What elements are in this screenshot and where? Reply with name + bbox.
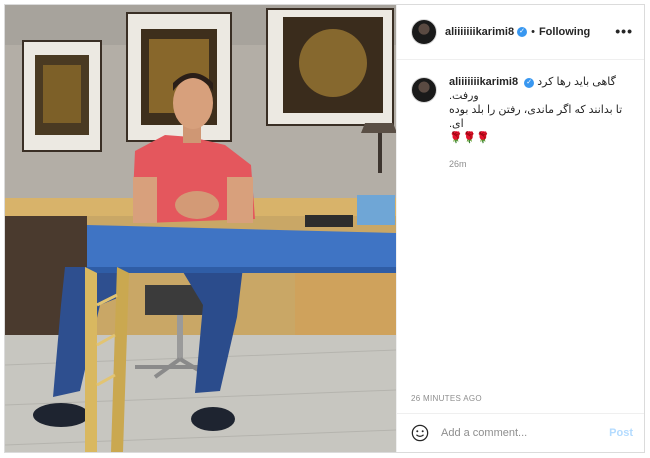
post-header: aliiiiiiikarimi8 ✓ • Following ••• — [397, 5, 644, 60]
author-avatar[interactable] — [411, 19, 437, 45]
author-username[interactable]: aliiiiiiikarimi8 — [445, 26, 514, 38]
caption-author-username[interactable]: aliiiiiiikarimi8 — [449, 76, 518, 88]
verified-badge-icon: ✓ — [517, 27, 528, 37]
caption-line-3: تا بدانند که اگر ماندی، رفتن را بلد بوده… — [449, 104, 623, 130]
post-photo — [5, 5, 396, 452]
following-button[interactable]: Following — [539, 26, 590, 38]
caption-line-2: ورفت. — [449, 90, 479, 102]
post-side-panel: aliiiiiiikarimi8 ✓ • Following ••• aliii… — [396, 5, 644, 452]
more-options-icon[interactable]: ••• — [615, 24, 633, 38]
instagram-post-window: aliiiiiiikarimi8 ✓ • Following ••• aliii… — [4, 4, 645, 453]
caption-verified-badge-icon: ✓ — [524, 78, 535, 88]
post-comment-button[interactable]: Post — [609, 427, 633, 439]
comment-bar: Add a comment... Post — [397, 413, 644, 452]
add-comment-input[interactable]: Add a comment... — [441, 427, 609, 439]
caption-relative-time[interactable]: 26m — [449, 159, 635, 169]
caption-line-4: 🌹🌹🌹 — [449, 132, 491, 144]
post-timestamp[interactable]: 26 MINUTES AGO — [411, 394, 482, 403]
caption-author-avatar[interactable] — [411, 77, 437, 103]
smiley-icon[interactable] — [411, 424, 429, 442]
caption-comment: aliiiiiiikarimi8 ✓ گاهی باید رها کرد ورف… — [411, 75, 635, 169]
separator-dot: • — [531, 26, 535, 38]
caption-line-1: گاهی باید رها کرد — [537, 76, 616, 88]
